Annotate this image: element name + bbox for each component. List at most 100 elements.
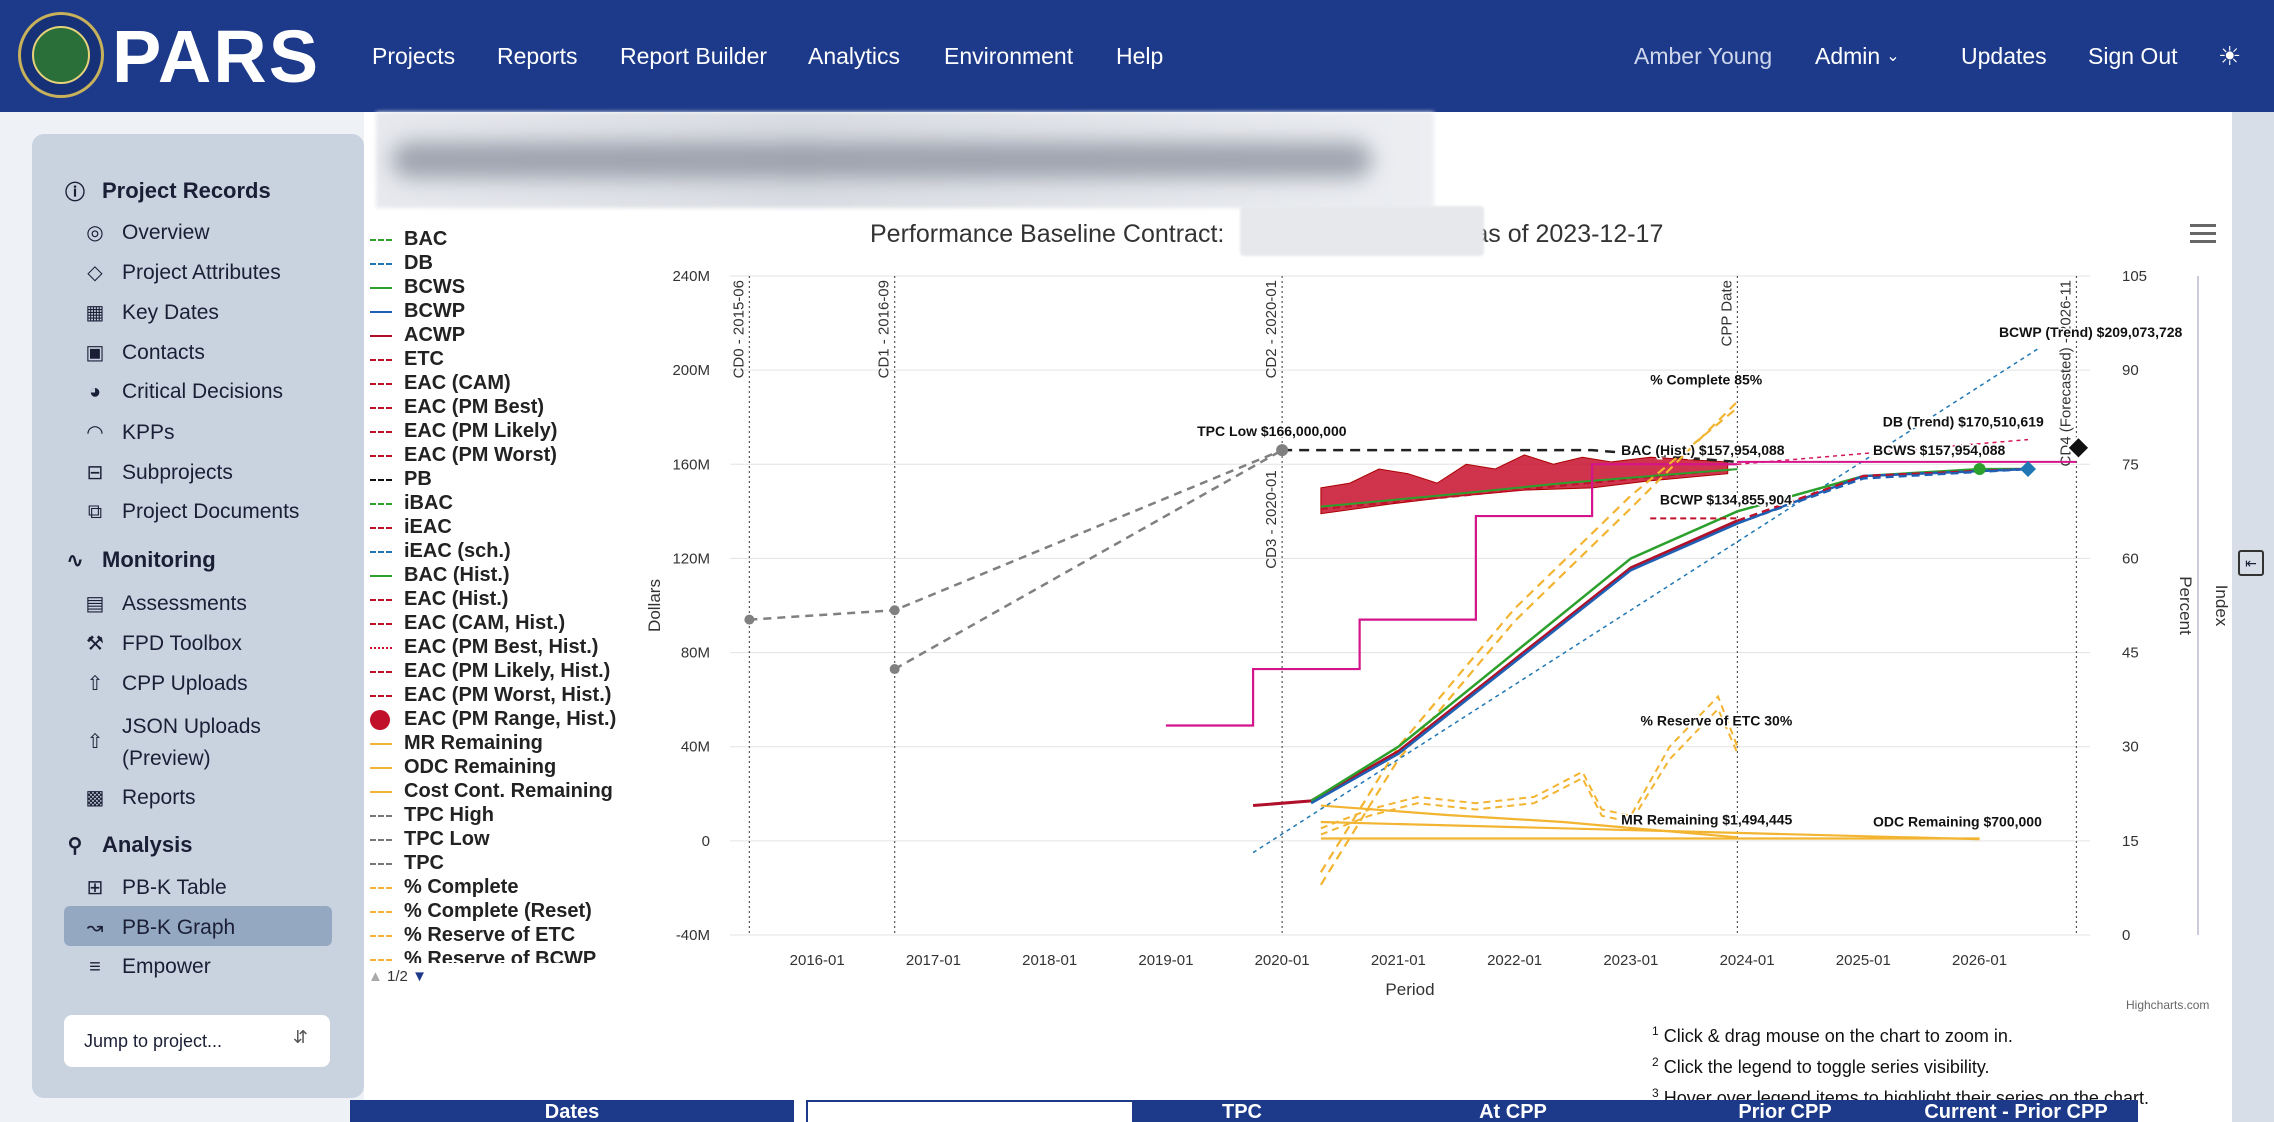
legend-item[interactable]: PB [370, 468, 432, 491]
milestone-label: CPP Date [1718, 280, 1735, 346]
sidebar-item-empower[interactable]: ≡ Empower [82, 955, 211, 979]
legend-item[interactable]: MR Remaining [370, 732, 543, 755]
legend-swatch [370, 742, 392, 745]
nav-projects[interactable]: Projects [372, 0, 455, 112]
sidebar-item-subprojects[interactable]: ⊟ Subprojects [82, 460, 233, 485]
sidebar-item-overview[interactable]: ◎ Overview [82, 220, 209, 245]
nav-reports[interactable]: Reports [497, 0, 578, 112]
sun-icon[interactable]: ☀ [2218, 0, 2241, 112]
legend-item[interactable]: TPC High [370, 804, 494, 827]
table-header-dates: Dates [350, 1100, 794, 1122]
legend-item[interactable]: % Complete (Reset) [370, 900, 592, 923]
sidebar-item-project-documents[interactable]: ⧉ Project Documents [82, 500, 300, 524]
contact-icon: ▣ [85, 342, 105, 364]
table-icon: ⊞ [86, 877, 104, 899]
chart-menu-icon[interactable] [2190, 224, 2216, 244]
legend-swatch [370, 670, 392, 673]
legend-label: EAC (PM Best) [404, 396, 545, 418]
legend-swatch [370, 310, 392, 313]
legend-item[interactable]: EAC (PM Best, Hist.) [370, 636, 598, 659]
chevron-updown-icon: ⇵ [292, 1027, 308, 1047]
x-tick-label: 2020-01 [1255, 952, 1310, 969]
arrow-up-icon[interactable]: ▲ [368, 968, 383, 985]
legend-swatch [370, 358, 392, 361]
legend-item[interactable]: ODC Remaining [370, 756, 556, 779]
legend-item[interactable]: % Reserve of BCWP [370, 948, 596, 963]
legend-label: EAC (PM Range, Hist.) [404, 708, 617, 730]
legend-item[interactable]: iEAC [370, 516, 452, 539]
pbk-chart[interactable]: CD0 - 2015-06 CD1 - 2016-09 CD2 - 2020-01 C… [630, 250, 2250, 1010]
sidebar-item-project-attributes[interactable]: ◇ Project Attributes [82, 260, 280, 285]
nav-analytics[interactable]: Analytics [808, 0, 900, 112]
sidebar-item-assessments[interactable]: ▤ Assessments [82, 591, 247, 616]
legend-item[interactable]: EAC (Hist.) [370, 588, 508, 611]
legend-item[interactable]: DB [370, 252, 433, 275]
jump-to-project-select[interactable]: Jump to project... ⇵ [64, 1015, 330, 1067]
legend-item[interactable]: EAC (PM Worst) [370, 444, 557, 467]
legend-item[interactable]: BAC [370, 228, 447, 251]
legend-swatch [370, 502, 392, 505]
legend-item[interactable]: BAC (Hist.) [370, 564, 510, 587]
legend-item[interactable]: ETC [370, 348, 444, 371]
legend-item[interactable]: BCWP [370, 300, 465, 323]
admin-menu[interactable]: Admin ⌄ [1815, 0, 1900, 112]
y2-tick-label: 60 [2122, 550, 2139, 567]
y-tick-label: 160M [672, 456, 710, 473]
legend-label: TPC Low [404, 828, 490, 850]
legend-item[interactable]: % Reserve of ETC [370, 924, 575, 947]
legend-item[interactable]: Cost Cont. Remaining [370, 780, 613, 803]
nav-sign-out[interactable]: Sign Out [2088, 0, 2178, 112]
sidebar-item-key-dates[interactable]: ▦ Key Dates [82, 300, 219, 325]
legend-item[interactable]: EAC (CAM) [370, 372, 511, 395]
table-header-at-cpp: At CPP [1350, 1100, 1676, 1122]
legend-swatch [370, 910, 392, 913]
legend-item[interactable]: EAC (PM Likely) [370, 420, 557, 443]
chart-annotation: BCWS $157,954,088 [1873, 442, 2006, 458]
legend-item[interactable]: EAC (PM Range, Hist.) [370, 708, 616, 731]
legend-item[interactable]: % Complete [370, 876, 518, 899]
legend-item[interactable]: EAC (PM Likely, Hist.) [370, 660, 610, 683]
sidebar-item-pbk-table[interactable]: ⊞ PB-K Table [82, 875, 227, 900]
sidebar-section-project-records[interactable]: ⓘ Project Records [62, 176, 271, 205]
legend-item[interactable]: TPC [370, 852, 444, 875]
x-tick-label: 2022-01 [1487, 952, 1542, 969]
nav-report-builder[interactable]: Report Builder [620, 0, 767, 112]
nav-help[interactable]: Help [1116, 0, 1163, 112]
legend-item[interactable]: EAC (PM Best) [370, 396, 544, 419]
doe-seal-icon[interactable] [18, 12, 104, 98]
arrow-down-icon[interactable]: ▼ [412, 968, 427, 985]
sidebar-item-cpp-uploads[interactable]: ⇧ CPP Uploads [82, 671, 248, 696]
sidebar-item-contacts[interactable]: ▣ Contacts [82, 340, 205, 365]
legend-item[interactable]: iEAC (sch.) [370, 540, 511, 563]
sidebar-section-analysis[interactable]: ⚲ Analysis [62, 832, 193, 858]
top-navbar: PARS Projects Reports Report Builder Ana… [0, 0, 2274, 112]
legend-item[interactable]: ACWP [370, 324, 465, 347]
legend-swatch [370, 550, 392, 553]
x-tick-label: 2019-01 [1138, 952, 1193, 969]
legend-item[interactable]: TPC Low [370, 828, 490, 851]
legend-label: ACWP [404, 324, 466, 346]
sidebar-section-monitoring[interactable]: ∿ Monitoring [62, 547, 216, 573]
legend-label: ETC [404, 348, 444, 370]
sidebar-item-reports[interactable]: ▩ Reports [82, 785, 196, 810]
sidebar-item-critical-decisions[interactable]: ◕ Critical Decisions [82, 380, 283, 404]
legend-item[interactable]: EAC (PM Worst, Hist.) [370, 684, 611, 707]
decision-icon: ◕ [88, 380, 102, 403]
sidebar-item-fpd-toolbox[interactable]: ⚒ FPD Toolbox [82, 631, 242, 656]
sidebar-item-kpps[interactable]: ◠ KPPs [82, 420, 174, 445]
legend-item[interactable]: BCWS [370, 276, 465, 299]
sidebar-item-json-uploads[interactable]: ⇧ JSON Uploads (Preview) [82, 711, 261, 775]
target-icon: ◎ [86, 222, 104, 244]
legend-label: Cost Cont. Remaining [404, 780, 613, 802]
highcharts-credit[interactable]: Highcharts.com [2126, 998, 2209, 1012]
chart-notes: 1 Click & drag mouse on the chart to zoo… [1652, 1018, 2149, 1111]
nav-environment[interactable]: Environment [944, 0, 1073, 112]
legend-item[interactable]: EAC (CAM, Hist.) [370, 612, 565, 635]
sidebar-item-pbk-graph[interactable]: ↝ PB-K Graph [82, 915, 236, 940]
nav-updates[interactable]: Updates [1961, 0, 2047, 112]
legend-label: EAC (Hist.) [404, 588, 509, 610]
legend-item[interactable]: iBAC [370, 492, 453, 515]
tpc-marker [889, 605, 900, 616]
legend-pager[interactable]: ▲ 1/2 ▼ [368, 968, 427, 985]
app-logo-text[interactable]: PARS [112, 14, 320, 99]
